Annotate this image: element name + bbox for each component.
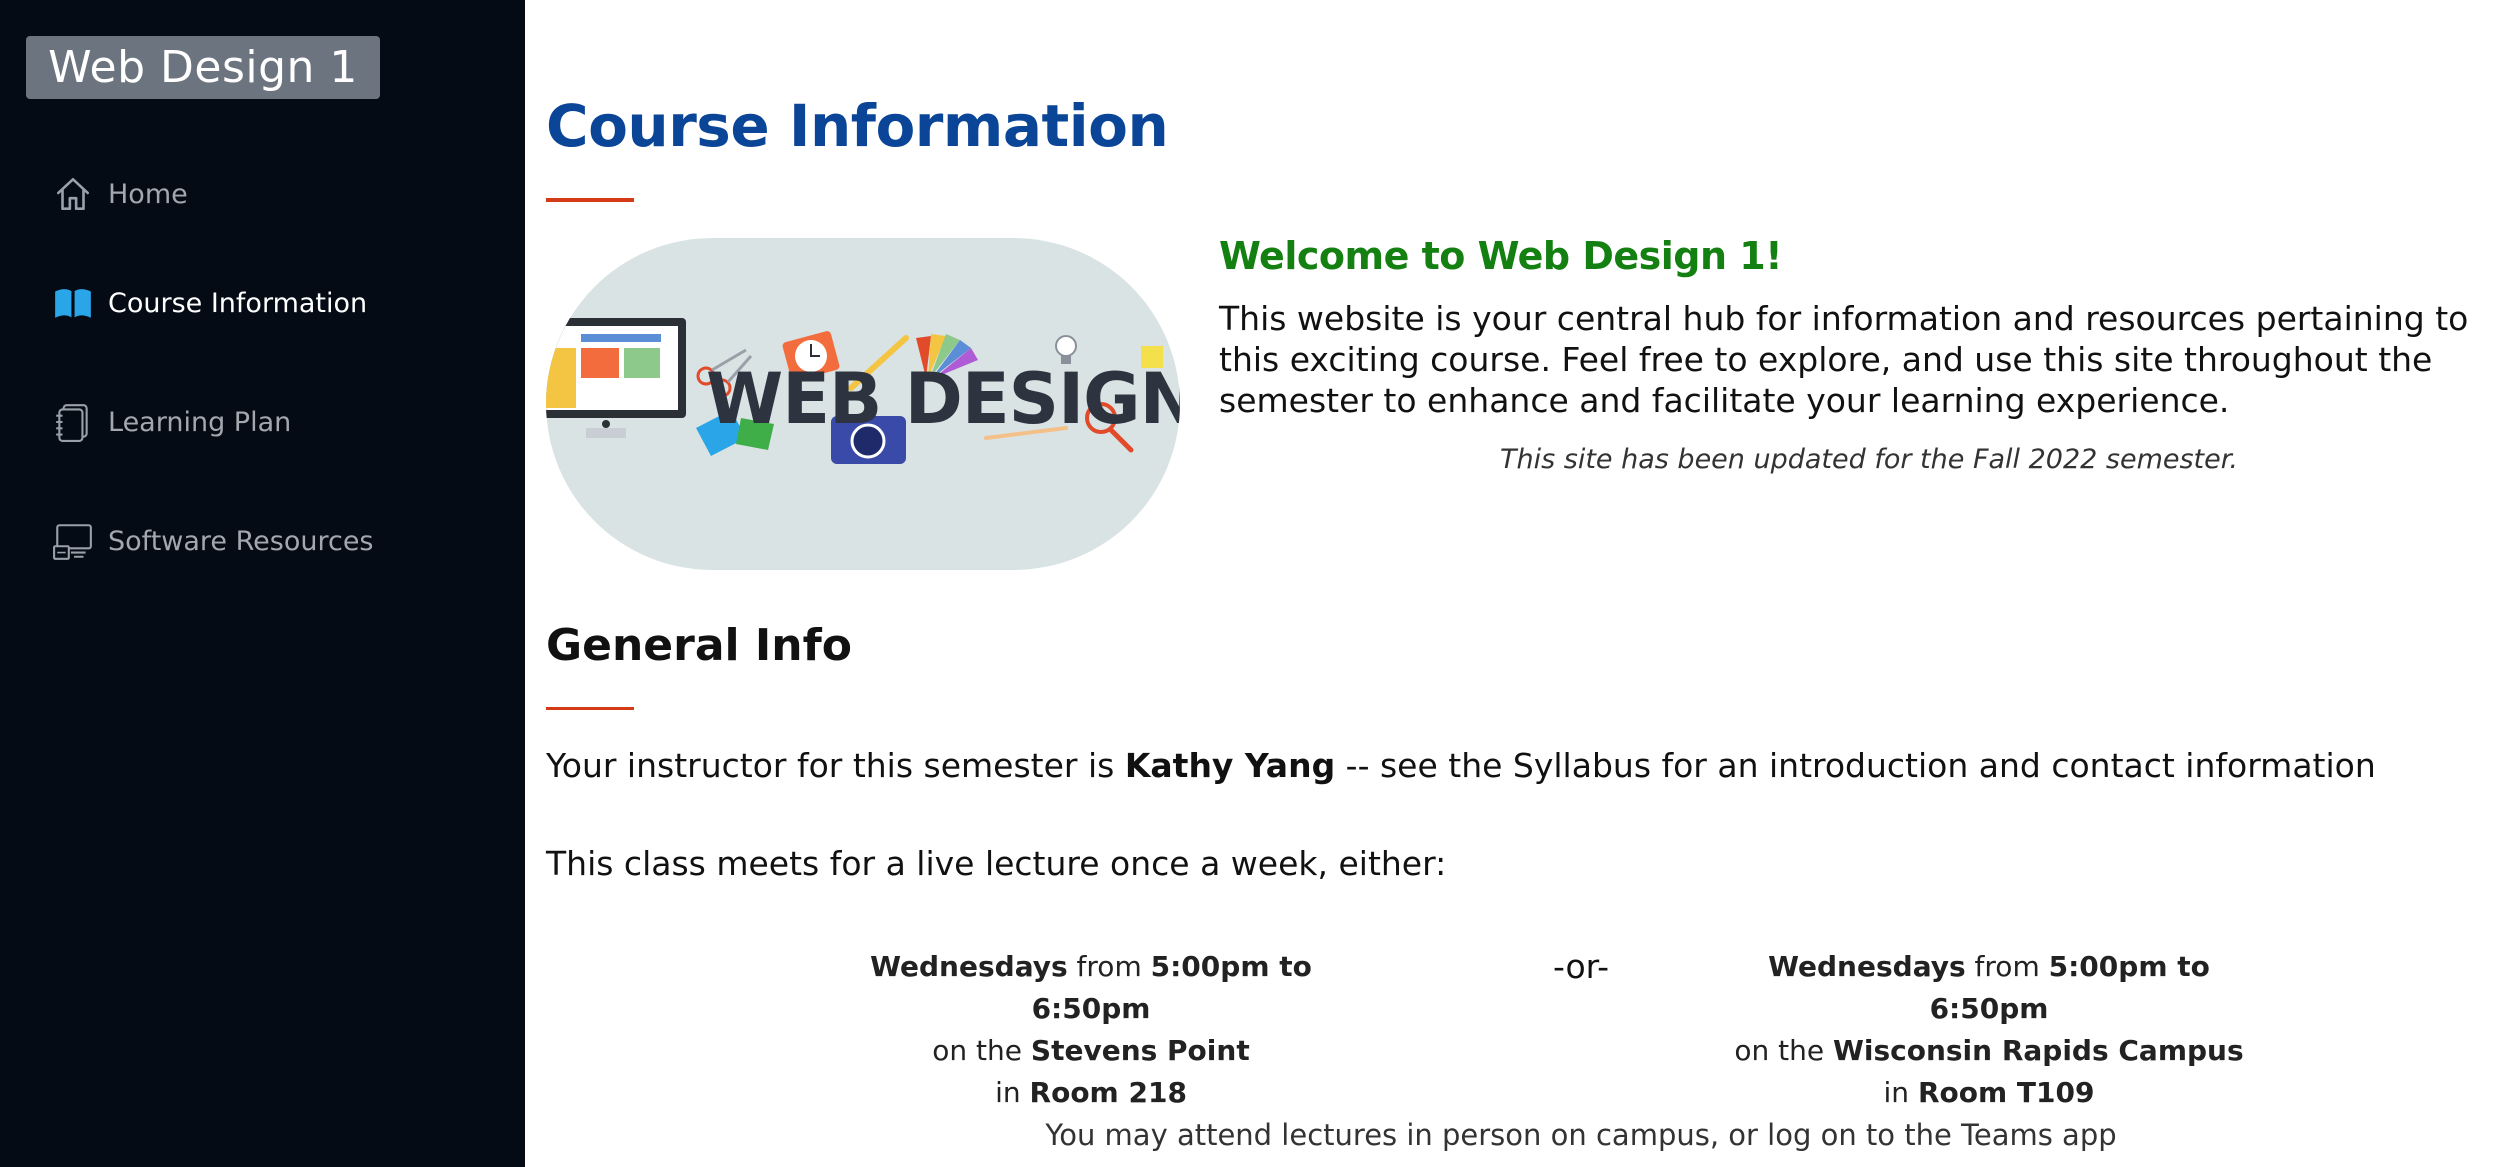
session-on-the: on the [932,1034,1031,1067]
page-title: Course Information [546,92,1169,160]
instructor-line: Your instructor for this semester is Kat… [546,746,2376,785]
session-time-line: Wednesdays from 5:00pm to 6:50pm [1709,946,2269,1030]
sidebar-item-label: Learning Plan [108,406,292,438]
session-room: Room T109 [1917,1076,2095,1109]
notebook-icon [50,399,96,445]
session-on-the: on the [1734,1034,1833,1067]
sidebar: Web Design 1 Home Course Information Lea… [0,0,525,1167]
instructor-suffix: -- see the Syllabus for an introduction … [1335,746,2376,785]
hero-image: WEB DESIGN [546,238,1180,570]
sidebar-item-learning-plan[interactable]: Learning Plan [50,394,470,450]
session-room: Room 218 [1029,1076,1187,1109]
session-campus-line: on the Wisconsin Rapids Campus [1709,1030,2269,1072]
session-time-line: Wednesdays from 5:00pm to 6:50pm [811,946,1371,1030]
site-title-button[interactable]: Web Design 1 [26,36,380,99]
welcome-text: This website is your central hub for inf… [1219,299,2469,420]
session-in: in [1883,1076,1918,1109]
sidebar-item-label: Home [108,178,188,210]
sidebar-item-home[interactable]: Home [50,166,470,222]
main-content: Course Information WEB DESIGN Welcome to… [546,0,2519,1167]
session-day: Wednesdays [870,950,1068,983]
attend-text: You may attend lectures in person on cam… [1045,1118,2117,1152]
title-underline [546,198,634,202]
session-day: Wednesdays [1768,950,1966,983]
instructor-name: Kathy Yang [1124,746,1336,785]
session-campus: Wisconsin Rapids Campus [1832,1034,2244,1067]
session-from: from [1067,950,1151,983]
page: Web Design 1 Home Course Information Lea… [0,0,2519,1167]
session-from: from [1965,950,2049,983]
hero-clip: WEB DESIGN [546,238,1180,570]
sidebar-item-software-resources[interactable]: Software Resources [50,513,470,569]
session-room-line: in Room 218 [811,1072,1371,1114]
sidebar-item-label: Course Information [108,287,368,319]
or-separator: -or- [1552,947,1610,986]
section-underline [546,707,634,710]
session-campus-line: on the Stevens Point [811,1030,1371,1072]
update-note: This site has been updated for the Fall … [1500,444,2238,475]
sidebar-item-label: Software Resources [108,525,374,557]
welcome-heading: Welcome to Web Design 1! [1219,234,1783,278]
hero-word: WEB DESIGN [706,358,1180,440]
session-campus: Stevens Point [1030,1034,1250,1067]
meets-text: This class meets for a live lecture once… [546,844,1447,883]
session-stevens-point: Wednesdays from 5:00pm to 6:50pm on the … [811,946,1371,1114]
book-icon [50,280,96,326]
sidebar-item-course-information[interactable]: Course Information [50,275,470,331]
instructor-prefix: Your instructor for this semester is [546,746,1125,785]
session-wisconsin-rapids: Wednesdays from 5:00pm to 6:50pm on the … [1709,946,2269,1114]
general-info-heading: General Info [546,620,852,671]
home-icon [50,171,96,217]
session-in: in [995,1076,1030,1109]
session-room-line: in Room T109 [1709,1072,2269,1114]
computer-icon [50,518,96,564]
